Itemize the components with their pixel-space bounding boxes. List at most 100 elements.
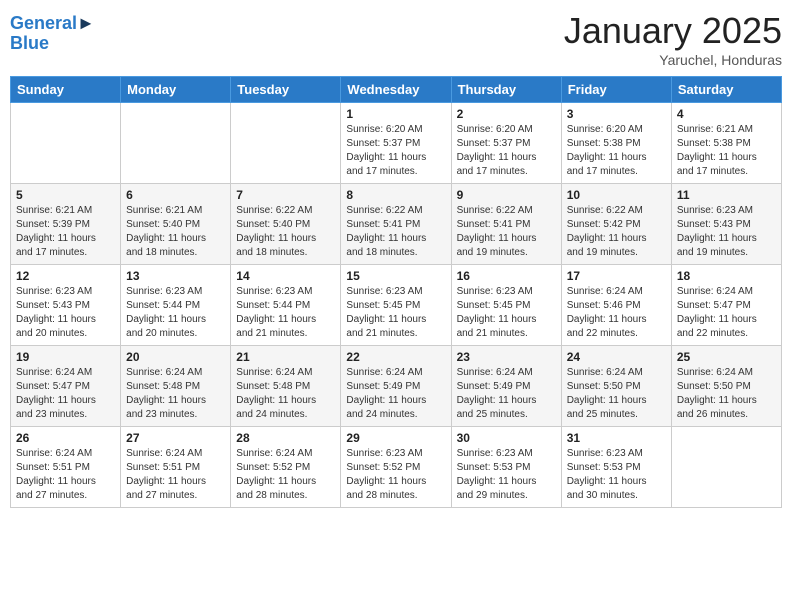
calendar-day-cell: 16 Sunrise: 6:23 AMSunset: 5:45 PMDayligh… — [451, 265, 561, 346]
day-info: Sunrise: 6:22 AMSunset: 5:41 PMDaylight:… — [346, 204, 445, 260]
weekday-header-cell: Monday — [121, 77, 231, 103]
calendar-table: SundayMondayTuesdayWednesdayThursdayFrid… — [10, 76, 782, 508]
calendar-day-cell: 29Sunrise: 6:23 AMSunset: 5:52 PMDayligh… — [341, 427, 451, 508]
calendar-week-row: 19 Sunrise: 6:24 AMSunset: 5:47 PMDayligh… — [11, 346, 782, 427]
location: Yaruchel, Honduras — [564, 52, 782, 68]
calendar-day-cell: 12 Sunrise: 6:23 AMSunset: 5:43 PMDayligh… — [11, 265, 121, 346]
calendar-day-cell: 15 Sunrise: 6:23 AMSunset: 5:45 PMDayligh… — [341, 265, 451, 346]
day-number: 21 — [236, 350, 335, 364]
calendar-day-cell: 1 Sunrise: 6:20 AMSunset: 5:37 PMDaylight… — [341, 103, 451, 184]
calendar-day-cell: 21 Sunrise: 6:24 AMSunset: 5:48 PMDayligh… — [231, 346, 341, 427]
calendar-day-cell: 3 Sunrise: 6:20 AMSunset: 5:38 PMDaylight… — [561, 103, 671, 184]
weekday-header-cell: Tuesday — [231, 77, 341, 103]
page-header: General► Blue January 2025 Yaruchel, Hon… — [10, 10, 782, 68]
calendar-day-cell: 25 Sunrise: 6:24 AMSunset: 5:50 PMDayligh… — [671, 346, 781, 427]
day-number: 15 — [346, 269, 445, 283]
day-info: Sunrise: 6:22 AMSunset: 5:42 PMDaylight:… — [567, 204, 666, 260]
calendar-day-cell: 19 Sunrise: 6:24 AMSunset: 5:47 PMDayligh… — [11, 346, 121, 427]
title-block: January 2025 Yaruchel, Honduras — [564, 10, 782, 68]
day-number: 2 — [457, 107, 556, 121]
calendar-body: 1 Sunrise: 6:20 AMSunset: 5:37 PMDaylight… — [11, 103, 782, 508]
calendar-day-cell: 20Sunrise: 6:24 AMSunset: 5:48 PMDayligh… — [121, 346, 231, 427]
day-number: 25 — [677, 350, 776, 364]
logo-text: General► — [10, 14, 95, 34]
calendar-day-cell: 28 Sunrise: 6:24 AMSunset: 5:52 PMDayligh… — [231, 427, 341, 508]
day-number: 16 — [457, 269, 556, 283]
calendar-day-cell: 9Sunrise: 6:22 AMSunset: 5:41 PMDaylight… — [451, 184, 561, 265]
day-info: Sunrise: 6:23 AMSunset: 5:44 PMDaylight:… — [126, 285, 225, 341]
day-info: Sunrise: 6:24 AMSunset: 5:51 PMDaylight:… — [126, 447, 225, 503]
calendar-day-cell: 30 Sunrise: 6:23 AMSunset: 5:53 PMDayligh… — [451, 427, 561, 508]
calendar-day-cell: 8 Sunrise: 6:22 AMSunset: 5:41 PMDaylight… — [341, 184, 451, 265]
day-number: 26 — [16, 431, 115, 445]
day-info: Sunrise: 6:23 AMSunset: 5:45 PMDaylight:… — [346, 285, 445, 341]
day-info: Sunrise: 6:24 AMSunset: 5:46 PMDaylight:… — [567, 285, 666, 341]
day-number: 30 — [457, 431, 556, 445]
calendar-day-cell: 5Sunrise: 6:21 AMSunset: 5:39 PMDaylight… — [11, 184, 121, 265]
calendar-day-cell: 22Sunrise: 6:24 AMSunset: 5:49 PMDayligh… — [341, 346, 451, 427]
weekday-header-cell: Thursday — [451, 77, 561, 103]
calendar-day-cell: 31 Sunrise: 6:23 AMSunset: 5:53 PMDayligh… — [561, 427, 671, 508]
day-number: 8 — [346, 188, 445, 202]
calendar-day-cell: 2 Sunrise: 6:20 AMSunset: 5:37 PMDaylight… — [451, 103, 561, 184]
calendar-day-cell — [671, 427, 781, 508]
day-info: Sunrise: 6:20 AMSunset: 5:37 PMDaylight:… — [457, 123, 556, 179]
day-info: Sunrise: 6:24 AMSunset: 5:48 PMDaylight:… — [126, 366, 225, 422]
day-info: Sunrise: 6:23 AMSunset: 5:45 PMDaylight:… — [457, 285, 556, 341]
weekday-header-cell: Friday — [561, 77, 671, 103]
calendar-day-cell: 18 Sunrise: 6:24 AMSunset: 5:47 PMDayligh… — [671, 265, 781, 346]
calendar-day-cell: 11 Sunrise: 6:23 AMSunset: 5:43 PMDayligh… — [671, 184, 781, 265]
day-info: Sunrise: 6:24 AMSunset: 5:50 PMDaylight:… — [677, 366, 776, 422]
calendar-week-row: 26 Sunrise: 6:24 AMSunset: 5:51 PMDayligh… — [11, 427, 782, 508]
calendar-day-cell: 6Sunrise: 6:21 AMSunset: 5:40 PMDaylight… — [121, 184, 231, 265]
day-info: Sunrise: 6:23 AMSunset: 5:53 PMDaylight:… — [567, 447, 666, 503]
calendar-day-cell: 4Sunrise: 6:21 AMSunset: 5:38 PMDaylight… — [671, 103, 781, 184]
calendar-day-cell — [121, 103, 231, 184]
day-info: Sunrise: 6:23 AMSunset: 5:43 PMDaylight:… — [16, 285, 115, 341]
day-info: Sunrise: 6:23 AMSunset: 5:53 PMDaylight:… — [457, 447, 556, 503]
calendar-day-cell: 13Sunrise: 6:23 AMSunset: 5:44 PMDayligh… — [121, 265, 231, 346]
calendar-day-cell: 27 Sunrise: 6:24 AMSunset: 5:51 PMDayligh… — [121, 427, 231, 508]
day-info: Sunrise: 6:23 AMSunset: 5:44 PMDaylight:… — [236, 285, 335, 341]
day-info: Sunrise: 6:21 AMSunset: 5:39 PMDaylight:… — [16, 204, 115, 260]
calendar-week-row: 5Sunrise: 6:21 AMSunset: 5:39 PMDaylight… — [11, 184, 782, 265]
day-number: 1 — [346, 107, 445, 121]
day-info: Sunrise: 6:24 AMSunset: 5:52 PMDaylight:… — [236, 447, 335, 503]
calendar-day-cell — [231, 103, 341, 184]
weekday-header-row: SundayMondayTuesdayWednesdayThursdayFrid… — [11, 77, 782, 103]
day-number: 3 — [567, 107, 666, 121]
logo: General► Blue — [10, 14, 95, 54]
day-number: 17 — [567, 269, 666, 283]
day-number: 18 — [677, 269, 776, 283]
day-number: 27 — [126, 431, 225, 445]
month-title: January 2025 — [564, 10, 782, 52]
day-info: Sunrise: 6:20 AMSunset: 5:38 PMDaylight:… — [567, 123, 666, 179]
calendar-day-cell: 26Sunrise: 6:24 AMSunset: 5:51 PMDayligh… — [11, 427, 121, 508]
day-number: 6 — [126, 188, 225, 202]
weekday-header-cell: Wednesday — [341, 77, 451, 103]
day-number: 28 — [236, 431, 335, 445]
day-number: 10 — [567, 188, 666, 202]
day-info: Sunrise: 6:23 AMSunset: 5:43 PMDaylight:… — [677, 204, 776, 260]
day-number: 12 — [16, 269, 115, 283]
day-info: Sunrise: 6:20 AMSunset: 5:37 PMDaylight:… — [346, 123, 445, 179]
day-number: 11 — [677, 188, 776, 202]
logo-subtext: Blue — [10, 34, 95, 54]
day-number: 19 — [16, 350, 115, 364]
calendar-week-row: 12 Sunrise: 6:23 AMSunset: 5:43 PMDayligh… — [11, 265, 782, 346]
calendar-day-cell: 23Sunrise: 6:24 AMSunset: 5:49 PMDayligh… — [451, 346, 561, 427]
day-info: Sunrise: 6:24 AMSunset: 5:47 PMDaylight:… — [677, 285, 776, 341]
day-info: Sunrise: 6:24 AMSunset: 5:47 PMDaylight:… — [16, 366, 115, 422]
day-info: Sunrise: 6:23 AMSunset: 5:52 PMDaylight:… — [346, 447, 445, 503]
day-number: 23 — [457, 350, 556, 364]
day-number: 14 — [236, 269, 335, 283]
calendar-day-cell: 17 Sunrise: 6:24 AMSunset: 5:46 PMDayligh… — [561, 265, 671, 346]
day-number: 31 — [567, 431, 666, 445]
day-number: 7 — [236, 188, 335, 202]
day-info: Sunrise: 6:24 AMSunset: 5:50 PMDaylight:… — [567, 366, 666, 422]
calendar-week-row: 1 Sunrise: 6:20 AMSunset: 5:37 PMDaylight… — [11, 103, 782, 184]
calendar-day-cell: 14 Sunrise: 6:23 AMSunset: 5:44 PMDayligh… — [231, 265, 341, 346]
calendar-day-cell: 7Sunrise: 6:22 AMSunset: 5:40 PMDaylight… — [231, 184, 341, 265]
day-info: Sunrise: 6:24 AMSunset: 5:48 PMDaylight:… — [236, 366, 335, 422]
day-info: Sunrise: 6:21 AMSunset: 5:38 PMDaylight:… — [677, 123, 776, 179]
